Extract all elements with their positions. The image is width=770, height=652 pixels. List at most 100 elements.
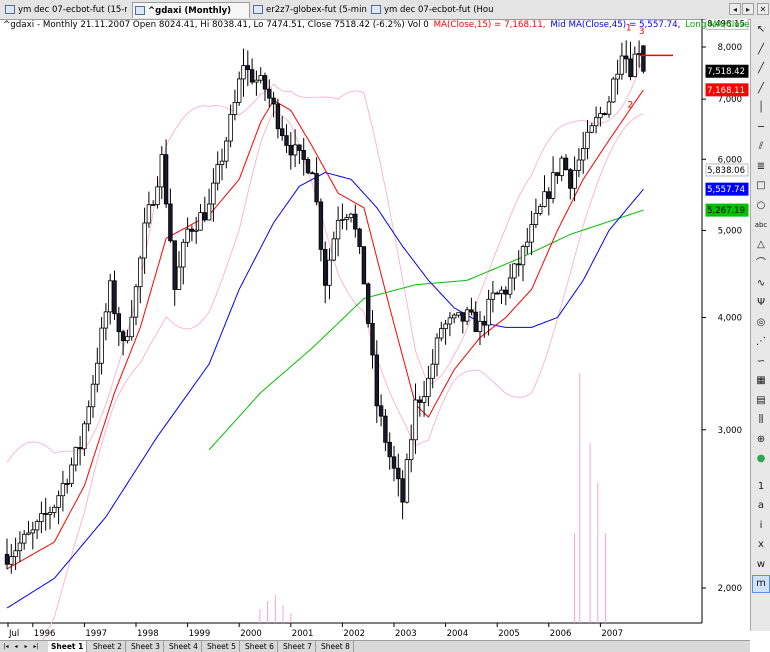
ma15-readout: MA(Close,15) = 7,168.11, <box>433 20 546 30</box>
candle <box>383 409 388 452</box>
candle <box>60 470 66 512</box>
tab-scroll-right-icon[interactable]: ▸ <box>742 3 754 15</box>
cursor-icon[interactable]: ↖ <box>752 21 770 39</box>
drawing-toolbar: ↖ ╱ ╱ ╱ │ ─ ⫽ ≣ □ ○ abc △ ⌒ ∿ Ψ ◎ ⋰ ∽ ▦ ▤ ⫼ ⊕ ● 1 a i x w m <box>750 19 770 631</box>
candle <box>297 144 302 165</box>
candle <box>249 58 255 85</box>
candle <box>585 119 590 160</box>
x-tick-label: 2005 <box>498 629 520 639</box>
candle <box>241 48 246 97</box>
cycle-icon[interactable]: ◎ <box>752 314 770 332</box>
candle <box>542 175 547 208</box>
triangle-icon[interactable]: △ <box>752 236 770 254</box>
x-tick-label: 2007 <box>601 629 623 639</box>
candle <box>400 470 405 520</box>
horizontal-line-icon[interactable]: ─ <box>752 119 770 137</box>
tab-gdaxi-monthly[interactable]: ^gdaxi (Monthly) <box>132 2 250 18</box>
sheet-tab-8[interactable]: Sheet 8 <box>318 641 354 652</box>
candle <box>116 306 121 346</box>
text-icon[interactable]: abc <box>752 216 770 234</box>
fan-icon[interactable]: ⋰ <box>752 333 770 351</box>
candle <box>404 453 410 504</box>
candle <box>447 311 453 337</box>
candle <box>464 306 470 325</box>
candle <box>129 300 134 341</box>
sheet-last-icon[interactable]: ▸| <box>32 641 40 652</box>
elliott-i-icon[interactable]: i <box>752 517 770 535</box>
tab-er2z7-5min[interactable]: er2z7-globex-fut (5-minute) <box>251 2 367 17</box>
sheet-next-icon[interactable]: ▸ <box>22 641 30 652</box>
y-tick-label: 2,000 <box>718 584 742 594</box>
trendline-icon[interactable]: ╱ <box>752 80 770 98</box>
sheet-tab-4[interactable]: Sheet 4 <box>166 641 202 652</box>
x-tick-label: 2000 <box>240 629 262 639</box>
grid-icon[interactable]: ▦ <box>752 372 770 390</box>
rectangle-icon[interactable]: □ <box>752 177 770 195</box>
gann-icon[interactable]: ∿ <box>752 275 770 293</box>
price-chart[interactable]: 1232,0003,0004,0005,0006,0007,0008,0008,… <box>0 19 750 640</box>
tab-scroll-left-icon[interactable]: ◂ <box>729 3 741 15</box>
pitchfork-icon[interactable]: Ψ <box>752 294 770 312</box>
candle <box>456 312 461 318</box>
candle <box>284 124 289 154</box>
wave-icon[interactable]: ∽ <box>752 353 770 371</box>
tab-ym-hourly[interactable]: ym dec 07-ecbot-fut (Hourly) <box>369 2 493 17</box>
sheet-tab-3[interactable]: Sheet 3 <box>128 641 164 652</box>
candle <box>236 71 242 106</box>
chart-window-icon <box>135 6 145 15</box>
candle <box>529 210 534 256</box>
elliott-a-icon[interactable]: a <box>752 497 770 515</box>
price-label-text: 7,168.11 <box>707 86 745 96</box>
candle <box>619 42 625 80</box>
box-icon[interactable]: ▤ <box>752 392 770 410</box>
elliott-m-icon[interactable]: m <box>752 575 770 593</box>
tab-label: ym dec 07-ecbot-fut (Hourly) <box>384 4 493 15</box>
candle <box>482 315 487 338</box>
candle <box>301 137 306 176</box>
candle <box>56 490 61 525</box>
fib-time-icon[interactable]: ⫼ <box>752 411 770 429</box>
line-icon[interactable]: ╱ <box>752 41 770 59</box>
sheet-tab-1[interactable]: Sheet 1 <box>48 641 88 652</box>
tab-ym-15min[interactable]: ym dec 07-ecbot-fut (15-minute <box>3 2 127 17</box>
sheet-tab-7[interactable]: Sheet 7 <box>280 641 316 652</box>
lower-band-line <box>42 110 644 640</box>
candle <box>636 40 642 68</box>
chart-info-line: ^gdaxi - Monthly 21.11.2007 Open 8024.41… <box>3 20 770 33</box>
candle <box>378 394 384 427</box>
vertical-line-icon[interactable]: │ <box>752 99 770 117</box>
sheet-tab-6[interactable]: Sheet 6 <box>242 641 278 652</box>
elliott-1-icon[interactable]: 1 <box>752 478 770 496</box>
parallel-lines-icon[interactable]: ⫽ <box>752 138 770 156</box>
ellipse-icon[interactable]: ○ <box>752 197 770 215</box>
candle <box>507 263 513 299</box>
candle <box>318 198 324 262</box>
close-window-icon[interactable]: ✕ <box>757 3 769 15</box>
candle <box>52 504 57 518</box>
candle <box>408 424 414 473</box>
x-tick-label: 1998 <box>137 629 159 639</box>
fibonacci-icon[interactable]: ≣ <box>752 158 770 176</box>
candle <box>473 301 478 333</box>
candle <box>589 122 594 134</box>
candle <box>499 286 504 304</box>
sheet-prev-icon[interactable]: ◂ <box>12 641 20 652</box>
candle <box>314 157 319 206</box>
x-tick-label: 2004 <box>447 629 469 639</box>
candle <box>494 291 500 295</box>
color-icon[interactable]: ● <box>752 450 770 468</box>
sheet-tab-2[interactable]: Sheet 2 <box>90 641 126 652</box>
zoom-icon[interactable]: ⊕ <box>752 431 770 449</box>
elliott-w-icon[interactable]: w <box>752 556 770 574</box>
candle <box>434 333 440 377</box>
sheet-first-icon[interactable]: |◂ <box>2 641 10 652</box>
sheet-tab-5[interactable]: Sheet 5 <box>204 641 240 652</box>
candle <box>39 501 44 534</box>
candle <box>641 45 646 74</box>
candle <box>47 506 53 530</box>
elliott-x-icon[interactable]: x <box>752 536 770 554</box>
candle <box>206 188 212 221</box>
candle <box>69 457 74 487</box>
arc-icon[interactable]: ⌒ <box>752 255 770 273</box>
ray-icon[interactable]: ╱ <box>752 60 770 78</box>
